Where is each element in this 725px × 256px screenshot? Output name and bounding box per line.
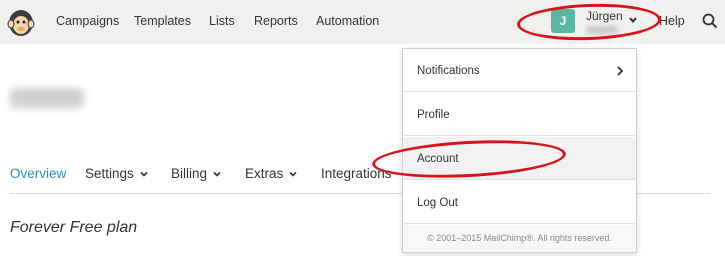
chevron-down-icon — [213, 172, 221, 178]
account-title-blurred — [10, 88, 84, 108]
nav-reports[interactable]: Reports — [254, 14, 298, 28]
tab-settings-label: Settings — [85, 166, 134, 181]
chevron-down-icon — [140, 172, 148, 178]
tab-extras[interactable]: Extras — [245, 166, 297, 181]
tab-extras-label: Extras — [245, 166, 284, 181]
menu-item-label: Log Out — [417, 197, 458, 209]
nav-automation[interactable]: Automation — [316, 14, 379, 28]
menu-item-profile[interactable]: Profile — [403, 93, 636, 136]
page: Campaigns Templates Lists Reports Automa… — [0, 0, 725, 256]
search-icon[interactable] — [702, 13, 718, 29]
tab-billing-label: Billing — [171, 166, 208, 181]
menu-item-notifications[interactable]: Notifications — [403, 49, 636, 92]
nav-campaigns[interactable]: Campaigns — [56, 14, 119, 28]
tab-overview[interactable]: Overview — [10, 166, 66, 181]
nav-help[interactable]: Help — [659, 14, 685, 28]
nav-lists[interactable]: Lists — [209, 14, 235, 28]
nav-templates[interactable]: Templates — [134, 14, 191, 28]
tab-billing[interactable]: Billing — [171, 166, 221, 181]
menu-footer-copyright: © 2001–2015 MailChimp®. All rights reser… — [403, 225, 636, 252]
menu-item-label: Notifications — [417, 65, 480, 77]
tab-settings[interactable]: Settings — [85, 166, 148, 181]
menu-item-log-out[interactable]: Log Out — [403, 181, 636, 224]
chevron-right-icon — [617, 66, 624, 76]
menu-item-label: Profile — [417, 109, 450, 121]
chevron-down-icon — [289, 172, 297, 178]
plan-heading: Forever Free plan — [10, 219, 138, 236]
mailchimp-logo[interactable] — [6, 6, 36, 38]
